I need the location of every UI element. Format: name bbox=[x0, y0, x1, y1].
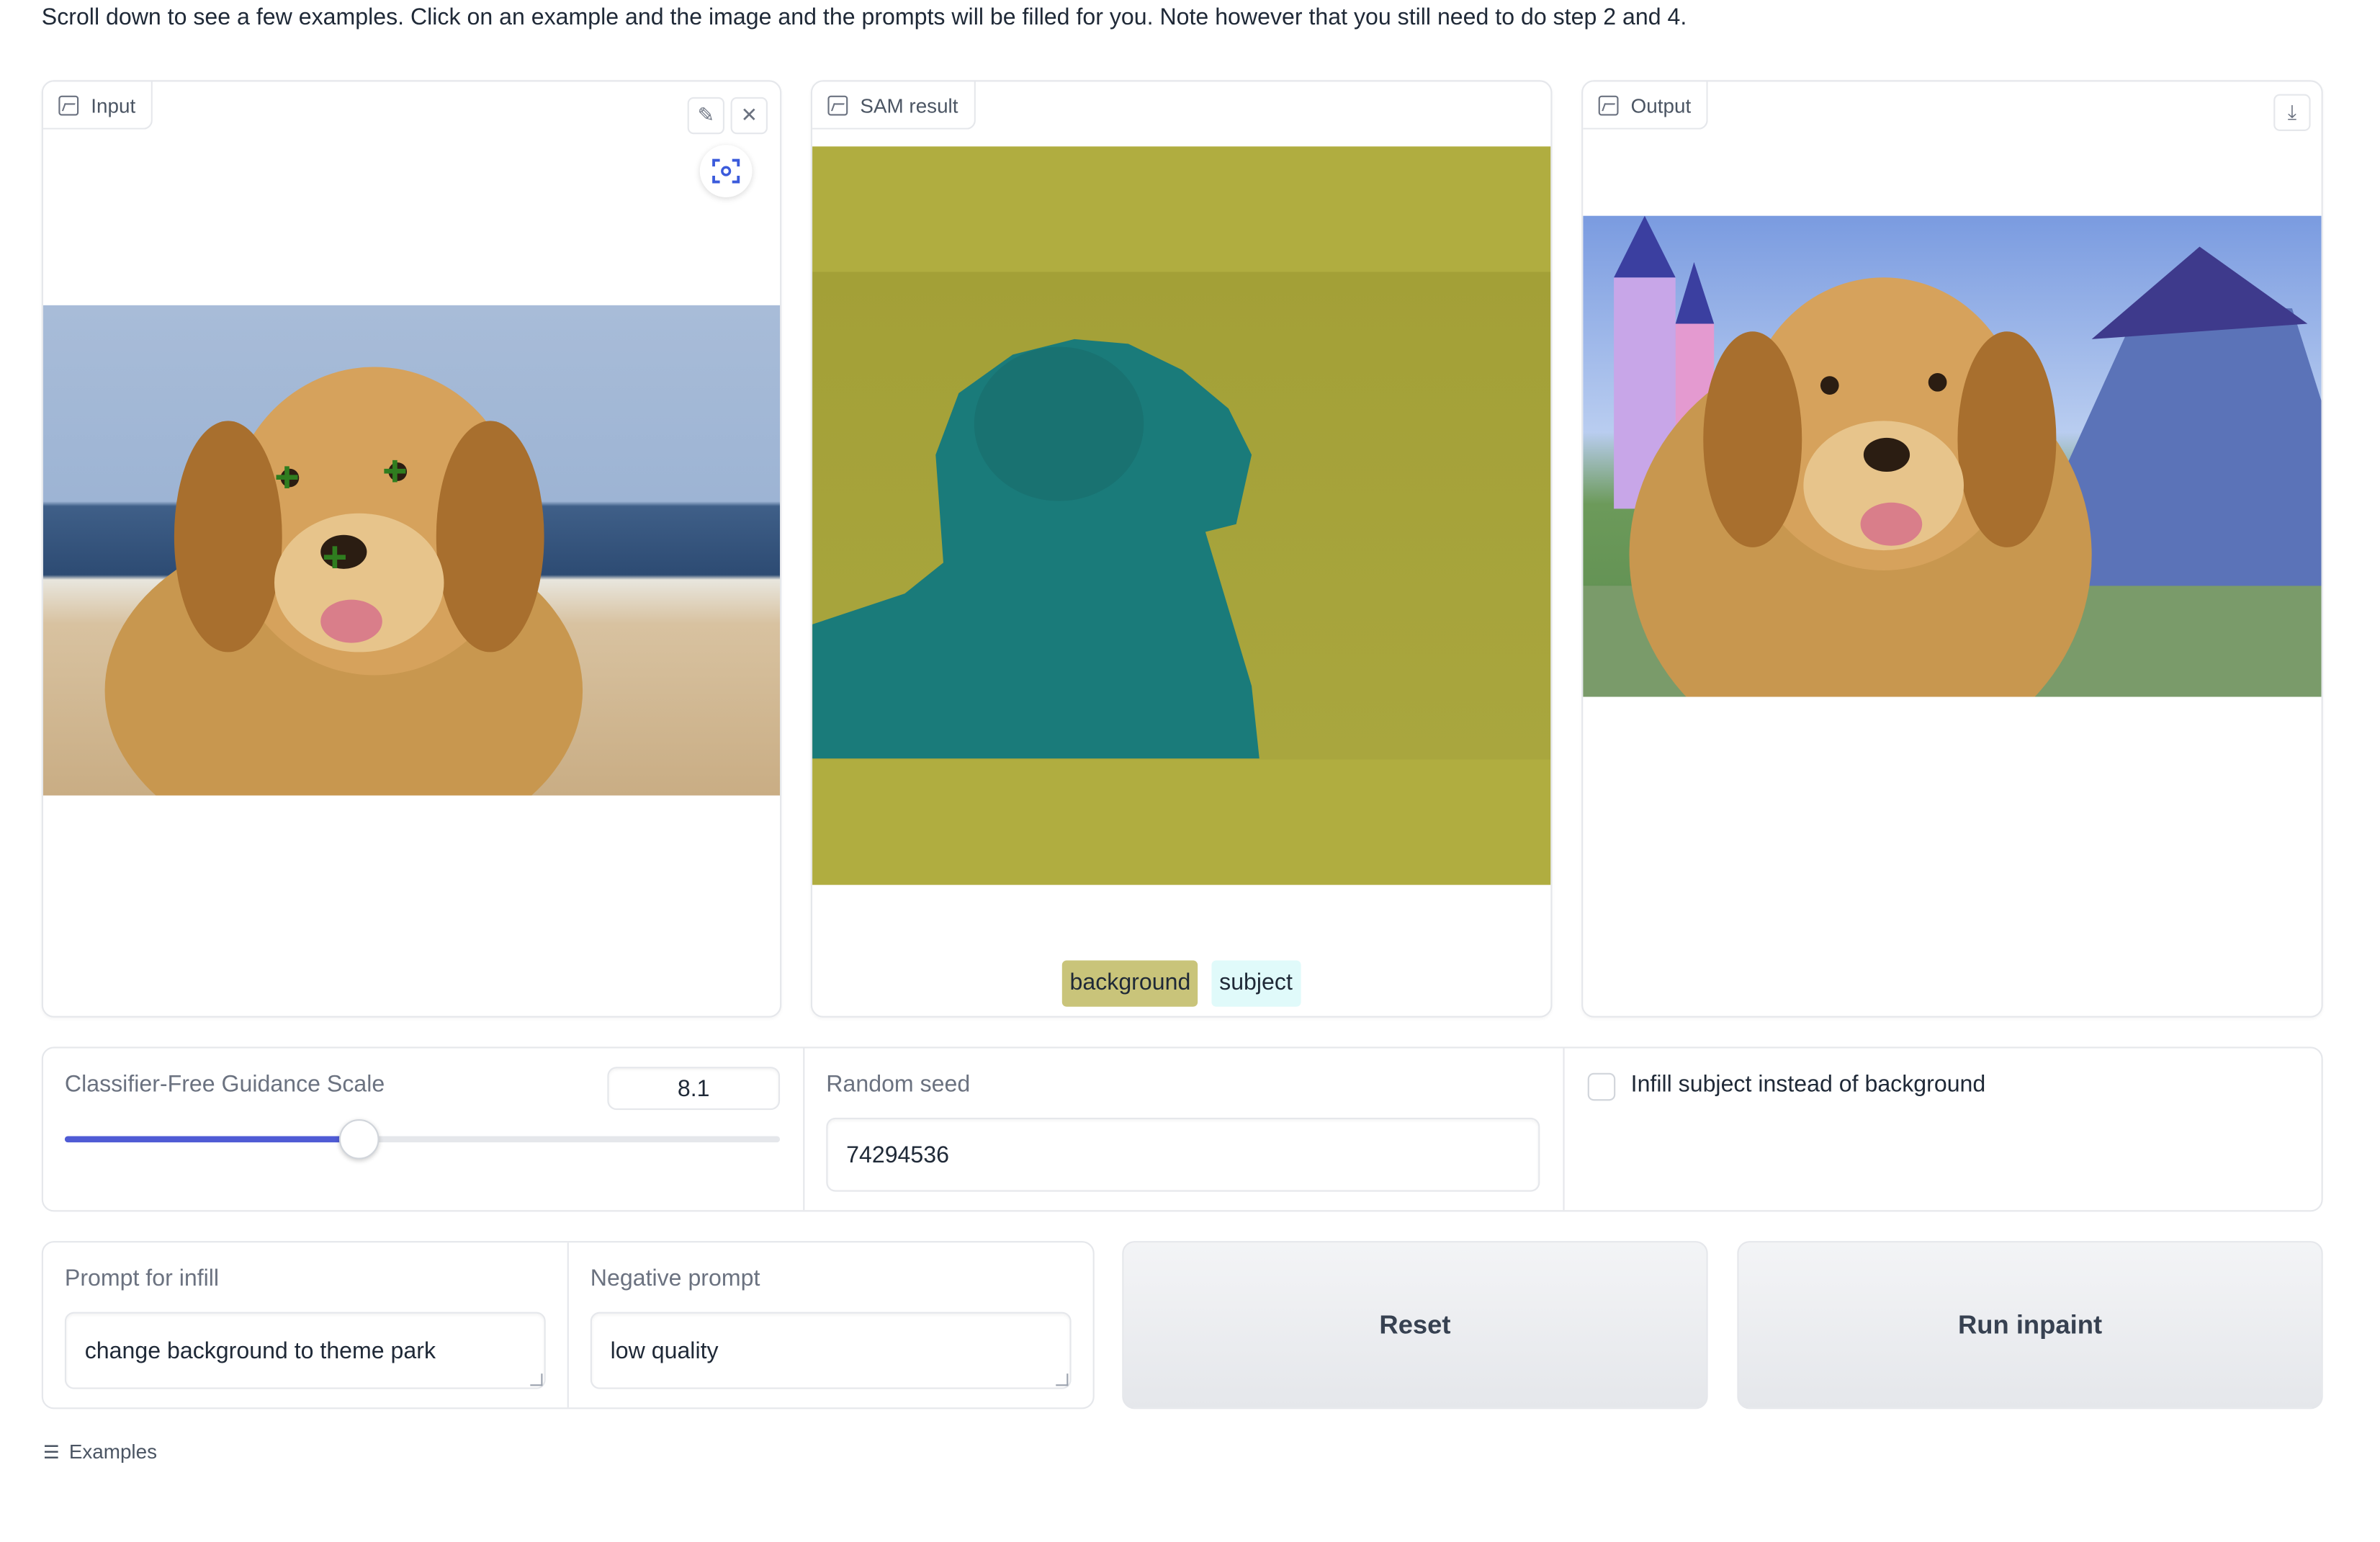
prompt-label: Prompt for infill bbox=[64, 1265, 220, 1292]
legend-subject: subject bbox=[1211, 960, 1301, 1007]
close-icon: ✕ bbox=[740, 103, 758, 127]
click-point-marker: + bbox=[322, 533, 348, 581]
focus-button[interactable] bbox=[699, 145, 753, 197]
examples-header[interactable]: ☰ Examples bbox=[43, 1440, 157, 1463]
guidance-slider-thumb[interactable] bbox=[339, 1119, 380, 1160]
legend-background: background bbox=[1061, 960, 1199, 1007]
seed-label: Random seed bbox=[826, 1071, 971, 1098]
output-panel-label: Output bbox=[1583, 81, 1708, 130]
edit-button[interactable]: ✎ bbox=[687, 97, 725, 135]
image-icon bbox=[58, 94, 79, 115]
image-icon bbox=[1598, 94, 1619, 115]
divider bbox=[567, 1242, 569, 1408]
sam-result-panel: SAM result background subject bbox=[810, 80, 1553, 1018]
prompts-panel: Prompt for infill change background to t… bbox=[41, 1241, 1095, 1409]
instructions-text: Scroll down to see a few examples. Click… bbox=[41, 4, 1687, 31]
guidance-slider-track[interactable] bbox=[64, 1119, 781, 1160]
input-panel-label: Input bbox=[42, 81, 153, 130]
infill-subject-checkbox[interactable] bbox=[1587, 1072, 1616, 1101]
download-icon: ⤓ bbox=[2287, 100, 2297, 124]
run-inpaint-button[interactable]: Run inpaint bbox=[1737, 1241, 2323, 1409]
sam-result-image bbox=[812, 146, 1551, 885]
output-label-text: Output bbox=[1630, 93, 1692, 117]
infill-subject-label[interactable]: Infill subject instead of background bbox=[1631, 1072, 1986, 1098]
clear-button[interactable]: ✕ bbox=[730, 97, 768, 135]
negative-prompt-textarea[interactable]: low quality bbox=[590, 1312, 1072, 1389]
guidance-slider-fill bbox=[64, 1136, 359, 1143]
seed-input[interactable]: 74294536 bbox=[826, 1117, 1540, 1192]
output-image-panel: Output ⤓ bbox=[1581, 80, 2323, 1018]
guidance-label: Classifier-Free Guidance Scale bbox=[64, 1071, 385, 1098]
input-image-panel[interactable]: Input ✎ ✕ + + + bbox=[41, 80, 782, 1018]
sam-label-text: SAM result bbox=[860, 93, 958, 117]
divider bbox=[1563, 1048, 1565, 1211]
divider bbox=[803, 1048, 805, 1211]
guidance-number-input[interactable]: 8.1 bbox=[607, 1067, 781, 1111]
sam-panel-label: SAM result bbox=[812, 81, 976, 130]
settings-row: Classifier-Free Guidance Scale 8.1 Rando… bbox=[41, 1046, 2323, 1212]
image-icon bbox=[827, 94, 848, 115]
list-icon: ☰ bbox=[42, 1440, 60, 1463]
click-point-marker: + bbox=[382, 447, 408, 496]
resize-handle-icon[interactable] bbox=[530, 1373, 543, 1386]
resize-handle-icon[interactable] bbox=[1056, 1373, 1069, 1386]
output-image bbox=[1583, 215, 2322, 697]
negative-prompt-label: Negative prompt bbox=[590, 1265, 760, 1292]
focus-icon bbox=[712, 158, 740, 184]
edit-icon: ✎ bbox=[697, 103, 715, 127]
input-label-text: Input bbox=[91, 93, 136, 117]
prompt-textarea[interactable]: change background to theme park bbox=[64, 1312, 546, 1389]
examples-label: Examples bbox=[68, 1440, 157, 1463]
download-button[interactable]: ⤓ bbox=[2273, 94, 2311, 131]
click-point-marker: + bbox=[274, 453, 300, 501]
input-image[interactable]: + + + bbox=[42, 305, 781, 796]
reset-button[interactable]: Reset bbox=[1122, 1241, 1708, 1409]
